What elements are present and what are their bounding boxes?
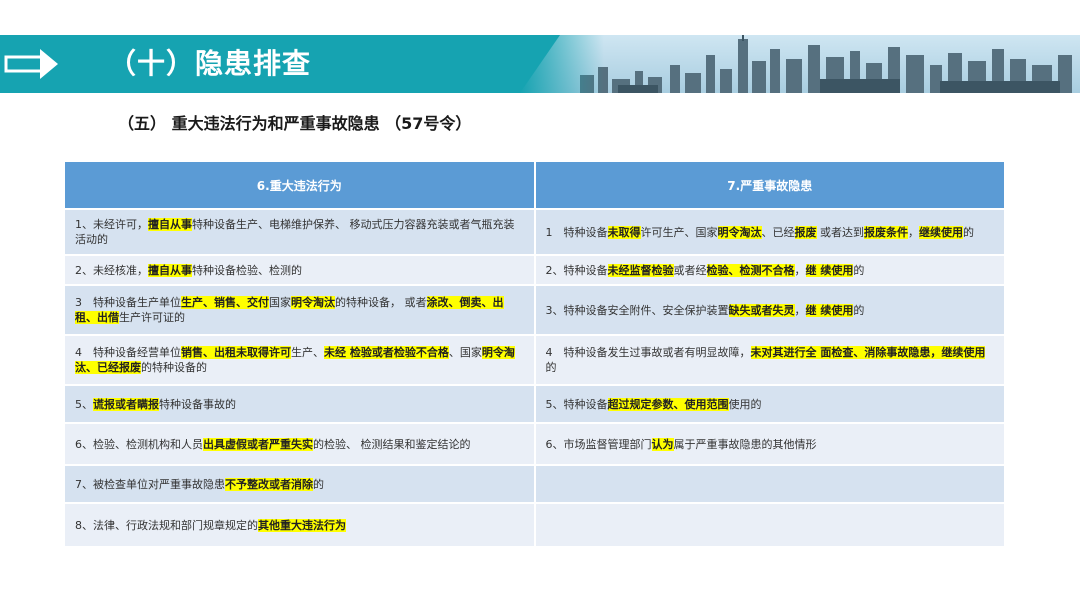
cell-text: 4 特种设备发生过事故或者有明显故障， [545,346,751,359]
cell-major-violation: 7、被检查单位对严重事故隐患不予整改或者消除的 [63,464,536,504]
cell-text: 生产、 [291,346,324,359]
cell-text: 6、检验、检测机构和人员 [75,437,203,451]
cell-text: 的特种设备的 [141,361,207,374]
cell-text: 3 特种设备生产单位 [75,296,181,309]
violations-table: 6.重大违法行为 7.严重事故隐患 1、未经许可，擅自从事特种设备生产、电梯维护… [63,160,1006,548]
slide: （十）隐患排查 （五） 重大违法行为和严重事故隐患 （57号令） 6.重大违法行… [0,0,1080,608]
cell-major-violation: 5、谎报或者瞒报特种设备事故的 [63,384,536,424]
highlighted-text: 继 续使用 [805,263,854,277]
cell-text: 的 [313,477,324,491]
cell-serious-hazard: 4 特种设备发生过事故或者有明显故障，未对其进行全 面检查、消除事故隐患，继续使… [533,334,1006,386]
highlighted-text: 销售、出租未取得许可 [181,346,291,359]
cell-text: 3、特种设备安全附件、安全保护装置 [545,303,729,317]
cell-text: 5、 [75,397,93,411]
cell-major-violation: 4 特种设备经营单位销售、出租未取得许可生产、未经 检验或者检验不合格、国家明令… [63,334,536,386]
cell-major-violation: 8、法律、行政法规和部门规章规定的其他重大违法行为 [63,502,536,548]
column-header-major-violations: 6.重大违法行为 [63,160,536,210]
highlighted-text: 擅自从事 [148,218,192,231]
table-row: 8、法律、行政法规和部门规章规定的其他重大违法行为 [63,502,1006,548]
cell-text: 、国家 [448,346,482,359]
cell-serious-hazard: 1 特种设备未取得许可生产、国家明令淘汰、已经报废 或者达到报废条件，继续使用的 [533,208,1006,256]
cell-text: 5、特种设备 [545,397,608,411]
cell-text: 的 [545,361,557,374]
highlighted-text: 继 续使用 [805,303,854,317]
cell-text: 生产许可证的 [119,311,185,324]
section-subtitle: （五） 重大违法行为和严重事故隐患 （57号令） [118,114,472,133]
cell-text: 7、被检查单位对严重事故隐患 [75,477,225,491]
highlighted-text: 不予整改或者消除 [225,477,313,491]
table-body: 1、未经许可，擅自从事特种设备生产、电梯维护保养、 移动式压力容器充装或者气瓶充… [63,208,1006,548]
cell-serious-hazard [533,502,1006,548]
cell-text: ， [908,225,919,239]
column-header-serious-hazards: 7.严重事故隐患 [533,160,1006,210]
cell-text: 2、未经核准， [75,263,148,277]
highlighted-text: 超过规定参数、使用范围 [607,397,729,411]
cell-text: 4 特种设备经营单位 [75,346,181,359]
cell-text: 的检验、 检测结果和鉴定结论的 [313,437,471,451]
cell-serious-hazard [533,464,1006,504]
highlighted-text: 认为 [651,437,674,451]
table-row: 6、检验、检测机构和人员出具虚假或者严重失实的检验、 检测结果和鉴定结论的 6、市… [63,422,1006,466]
highlighted-text: 明令淘汰 [717,225,762,239]
cell-major-violation: 3 特种设备生产单位生产、销售、交付国家明令淘汰的特种设备， 或者涂改、倒卖、出… [63,284,536,336]
cell-text: 或者经 [673,263,707,277]
highlighted-text: 检验、检测不合格 [706,263,795,277]
highlighted-text: 缺失或者失灵 [728,303,795,317]
highlighted-text: 未经监督检验 [607,263,674,277]
cell-text: 8、法律、行政法规和部门规章规定的 [75,518,258,532]
cell-major-violation: 2、未经核准，擅自从事特种设备检验、检测的 [63,254,536,286]
cell-text: 的 [963,225,974,239]
table-row: 4 特种设备经营单位销售、出租未取得许可生产、未经 检验或者检验不合格、国家明令… [63,334,1006,386]
table-row: 1、未经许可，擅自从事特种设备生产、电梯维护保养、 移动式压力容器充装或者气瓶充… [63,208,1006,256]
cell-text: 的 [853,263,865,277]
highlighted-text: 未取得 [607,225,641,239]
cell-text: ， [794,303,806,317]
cell-text: 使用的 [728,397,762,411]
cell-serious-hazard: 5、特种设备超过规定参数、使用范围使用的 [533,384,1006,424]
cell-text: 、已经 [761,225,795,239]
cell-text: 特种设备事故的 [159,397,236,411]
highlighted-text: 继续使用 [919,225,963,239]
cell-text: 属于严重事故隐患的其他情形 [673,437,817,451]
cell-serious-hazard: 6、市场监督管理部门认为属于严重事故隐患的其他情形 [533,422,1006,466]
table-row: 3 特种设备生产单位生产、销售、交付国家明令淘汰的特种设备， 或者涂改、倒卖、出… [63,284,1006,336]
cell-text: 1 特种设备 [545,225,608,239]
page-title: （十）隐患排查 [108,47,312,80]
highlighted-text: 擅自从事 [148,263,192,277]
table-row: 5、谎报或者瞒报特种设备事故的 5、特种设备超过规定参数、使用范围使用的 [63,384,1006,424]
highlighted-text: 其他重大违法行为 [258,518,346,532]
highlighted-text: 生产、销售、交付 [181,296,269,309]
cell-text: 或者达到 [816,225,864,239]
cell-text: 2、特种设备 [545,263,608,277]
cell-text: 的 [853,303,865,317]
highlighted-text: 未对其进行全 面检查、消除事故隐患，继续使用 [750,346,986,359]
table-row: 7、被检查单位对严重事故隐患不予整改或者消除的 [63,464,1006,504]
cell-text: ， [794,263,806,277]
cell-serious-hazard: 2、特种设备未经监督检验或者经检验、检测不合格，继 续使用的 [533,254,1006,286]
cell-text: 特种设备检验、检测的 [192,263,302,277]
highlighted-text: 报废条件 [864,225,908,239]
cell-major-violation: 6、检验、检测机构和人员出具虚假或者严重失实的检验、 检测结果和鉴定结论的 [63,422,536,466]
cell-text: 许可生产、国家 [640,225,718,239]
cell-text: 6、市场监督管理部门 [545,437,652,451]
header-band: （十）隐患排查 [0,35,1080,93]
cell-text: 1、未经许可， [75,218,148,231]
highlighted-text: 谎报或者瞒报 [93,397,159,411]
highlighted-text: 明令淘汰 [291,296,335,309]
highlighted-text: 报废 [794,225,817,239]
highlighted-text: 出具虚假或者严重失实 [203,437,313,451]
table-row: 2、未经核准，擅自从事特种设备检验、检测的 2、特种设备未经监督检验或者经检验、检… [63,254,1006,286]
cell-serious-hazard: 3、特种设备安全附件、安全保护装置缺失或者失灵，继 续使用的 [533,284,1006,336]
arrow-right-icon [0,35,78,93]
cell-major-violation: 1、未经许可，擅自从事特种设备生产、电梯维护保养、 移动式压力容器充装或者气瓶充… [63,208,536,256]
city-skyline-image [520,35,1080,93]
cell-text: 国家 [269,296,291,309]
cell-text: 的特种设备， 或者 [335,296,427,309]
highlighted-text: 未经 检验或者检验不合格 [324,346,449,359]
